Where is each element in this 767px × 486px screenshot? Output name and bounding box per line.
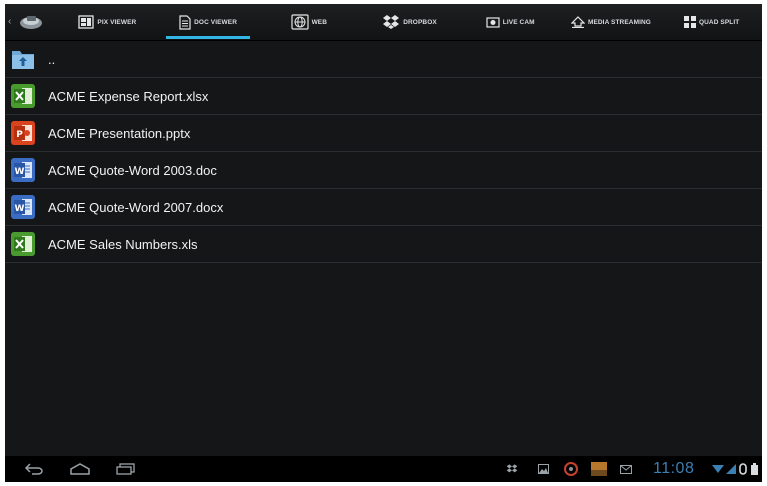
- tablet-screen: ‹ PIX VIEWER DOC VIEWER WEB DROPBOX LIVE…: [5, 4, 762, 482]
- system-bar: 11:08: [5, 456, 762, 482]
- app-home-button[interactable]: ‹: [5, 4, 57, 40]
- tab-dropbox[interactable]: DROPBOX: [359, 4, 460, 40]
- tab-live-cam[interactable]: LIVE CAM: [460, 4, 561, 40]
- powerpoint-file-icon: P: [11, 121, 35, 145]
- parent-folder-icon: [12, 51, 34, 69]
- back-button[interactable]: [11, 456, 57, 482]
- svg-text:W: W: [15, 167, 25, 177]
- document-icon: [179, 14, 191, 30]
- file-name: ACME Presentation.pptx: [48, 125, 191, 141]
- app-logo-icon: [20, 16, 42, 29]
- excel-file-icon: [11, 84, 35, 108]
- media-streaming-icon: [570, 16, 585, 28]
- svg-text:W: W: [15, 204, 25, 214]
- quad-split-icon: [683, 16, 696, 28]
- list-item-file[interactable]: ACME Expense Report.xlsx: [5, 78, 762, 115]
- tab-pix-viewer[interactable]: PIX VIEWER: [57, 4, 158, 40]
- image-viewer-icon: [78, 15, 95, 29]
- file-name: ACME Sales Numbers.xls: [48, 236, 198, 252]
- action-bar: ‹ PIX VIEWER DOC VIEWER WEB DROPBOX LIVE…: [5, 4, 762, 41]
- notification-mail-icon[interactable]: [619, 456, 633, 482]
- excel-file-icon: [11, 232, 35, 256]
- tab-web[interactable]: WEB: [258, 4, 359, 40]
- list-item-file[interactable]: P ACME Presentation.pptx: [5, 115, 762, 152]
- tab-label: QUAD SPLIT: [698, 18, 740, 26]
- file-list: .. ACME Expense Report.xlsx P ACME Prese…: [5, 41, 762, 263]
- word-file-icon: W: [11, 158, 35, 182]
- tab-label: LIVE CAM: [502, 18, 535, 26]
- notification-dropbox-icon[interactable]: [505, 456, 519, 482]
- list-item-file[interactable]: W ACME Quote-Word 2007.docx: [5, 189, 762, 226]
- up-caret-icon: ‹: [8, 16, 12, 27]
- home-icon: [70, 463, 90, 475]
- list-item-file[interactable]: ACME Sales Numbers.xls: [5, 226, 762, 263]
- notification-app-icon[interactable]: [563, 456, 579, 482]
- status-clock[interactable]: 11:08: [653, 460, 694, 478]
- file-name: ..: [48, 51, 56, 67]
- tab-doc-viewer[interactable]: DOC VIEWER: [158, 4, 259, 40]
- tab-label: PIX VIEWER: [97, 18, 137, 26]
- tab-label: DROPBOX: [403, 18, 437, 26]
- home-button[interactable]: [57, 456, 103, 482]
- globe-icon: [290, 14, 309, 30]
- word-file-icon: W: [11, 195, 35, 219]
- tab-quad-split[interactable]: QUAD SPLIT: [661, 4, 762, 40]
- camera-icon: [486, 16, 500, 28]
- file-name: ACME Expense Report.xlsx: [48, 88, 209, 104]
- wifi-icon: [711, 456, 725, 482]
- recent-apps-button[interactable]: [103, 456, 149, 482]
- tab-label: WEB: [311, 18, 328, 26]
- recent-apps-icon: [116, 463, 135, 475]
- file-name: ACME Quote-Word 2003.doc: [48, 162, 217, 178]
- back-icon: [24, 463, 43, 475]
- tab-label: DOC VIEWER: [194, 18, 238, 26]
- file-name: ACME Quote-Word 2007.docx: [48, 199, 224, 215]
- notification-thumbnail-icon[interactable]: [591, 456, 607, 482]
- battery-icon: [749, 456, 759, 482]
- list-item-parent-folder[interactable]: ..: [5, 41, 762, 78]
- list-item-file[interactable]: W ACME Quote-Word 2003.doc: [5, 152, 762, 189]
- svg-text:P: P: [16, 130, 23, 140]
- notification-count-icon: [738, 456, 748, 482]
- tab-label: MEDIA STREAMING: [587, 18, 651, 26]
- signal-icon: [725, 456, 737, 482]
- tab-media-streaming[interactable]: MEDIA STREAMING: [561, 4, 662, 40]
- dropbox-icon: [383, 15, 400, 29]
- notification-image-icon[interactable]: [536, 456, 550, 482]
